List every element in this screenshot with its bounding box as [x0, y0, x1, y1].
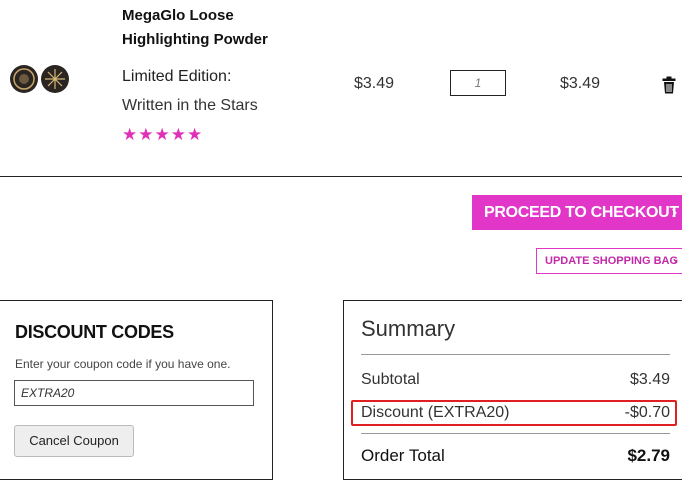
discount-help-text: Enter your coupon code if you have one. — [15, 357, 231, 371]
chevron-right-icon: › — [671, 202, 677, 222]
update-shopping-bag-button[interactable]: UPDATE SHOPPING BAG › — [536, 248, 682, 274]
order-total-value: $2.79 — [627, 446, 670, 465]
summary-divider — [361, 354, 670, 355]
proceed-to-checkout-button[interactable]: PROCEED TO CHECKOUT › — [472, 195, 682, 230]
summary-divider — [361, 433, 670, 434]
coupon-code-input[interactable] — [14, 380, 254, 406]
order-total-label: Order Total — [361, 446, 445, 465]
variant-label: Limited Edition: — [122, 68, 232, 85]
rating-stars: ★★★★★ — [122, 125, 204, 144]
divider — [0, 176, 682, 177]
checkout-label: PROCEED TO CHECKOUT — [484, 204, 679, 221]
cancel-coupon-button[interactable]: Cancel Coupon — [14, 425, 134, 457]
summary-title: Summary — [361, 316, 456, 341]
product-image[interactable] — [9, 63, 71, 95]
line-total: $3.49 — [560, 75, 601, 92]
discount-value: -$0.70 — [624, 404, 670, 421]
variant-value: Written in the Stars — [122, 97, 258, 114]
product-name[interactable]: MegaGlo Loose Highlighting Powder — [122, 4, 282, 52]
subtotal-label: Subtotal — [361, 371, 420, 388]
discount-title: DISCOUNT CODES — [15, 322, 174, 342]
discount-label: Discount (EXTRA20) — [361, 404, 510, 421]
subtotal-value: $3.49 — [629, 371, 670, 388]
update-label: UPDATE SHOPPING BAG — [545, 255, 679, 267]
unit-price: $3.49 — [354, 75, 395, 92]
chevron-right-icon: › — [672, 253, 677, 268]
quantity-input[interactable] — [450, 70, 506, 96]
trash-icon[interactable] — [662, 76, 676, 94]
